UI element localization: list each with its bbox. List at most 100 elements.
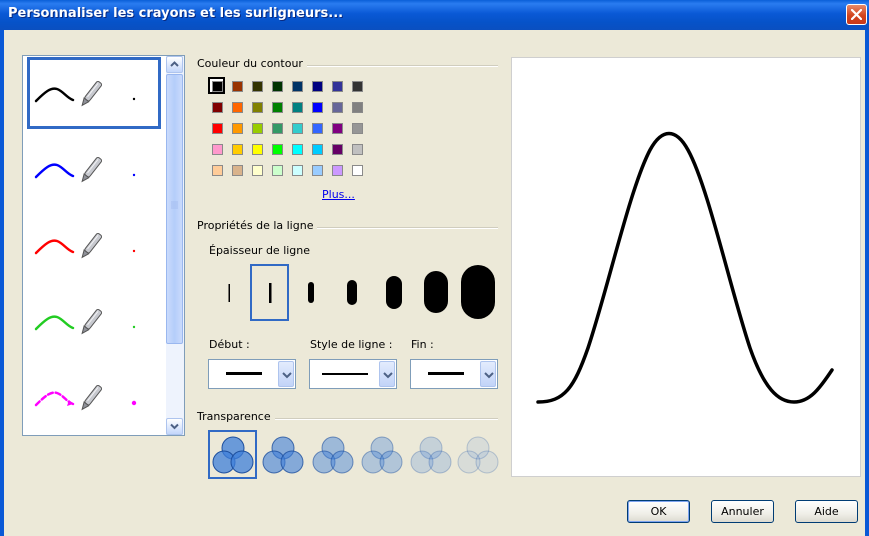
color-swatch[interactable] [252,165,263,176]
color-swatch[interactable] [352,144,363,155]
pen-list-item[interactable] [23,360,166,435]
pen-list-item[interactable] [23,208,166,283]
pen-stroke-sample [34,239,75,255]
color-swatch[interactable] [312,144,323,155]
customize-pens-dialog: Personnaliser les crayons et les surlign… [0,0,869,536]
close-button[interactable] [846,4,867,25]
color-swatch[interactable] [312,123,323,134]
pen-icon [81,308,103,335]
color-swatch[interactable] [232,102,243,113]
color-swatch[interactable] [212,144,223,155]
pen-list-scrollbar[interactable] [166,56,184,435]
scroll-up-button[interactable] [166,56,183,73]
end-cap-select[interactable] [410,359,498,389]
color-swatch[interactable] [272,81,283,92]
color-swatch[interactable] [352,102,363,113]
pen-size-dot [132,173,136,177]
color-swatch[interactable] [232,144,243,155]
color-swatch[interactable] [332,165,343,176]
scroll-thumb[interactable] [166,74,183,344]
color-swatch[interactable] [332,102,343,113]
chevron-down-icon [484,372,494,379]
color-swatch[interactable] [292,123,303,134]
thickness-option-5[interactable] [386,276,402,309]
color-swatch[interactable] [332,81,343,92]
color-swatch[interactable] [352,81,363,92]
end-cap-preview [428,372,464,375]
pen-list-item[interactable] [23,56,166,131]
pen-size-dot [132,325,136,329]
chevron-down-icon [170,423,179,430]
color-swatch[interactable] [352,165,363,176]
end-cap-dropdown-button[interactable] [480,361,496,387]
transparency-option[interactable] [360,433,404,477]
pen-preview-icon [34,384,137,411]
color-swatch[interactable] [272,144,283,155]
pen-stroke-sample [34,163,75,179]
help-button[interactable]: Aide [795,500,858,523]
pen-preview-icon [34,308,136,335]
chevron-down-icon [282,372,292,379]
color-swatch[interactable] [332,144,343,155]
title-bar[interactable]: Personnaliser les crayons et les surlign… [0,0,869,30]
color-swatch[interactable] [272,102,283,113]
preview-stroke [536,131,834,404]
color-swatch[interactable] [212,165,223,176]
transparency-label: Transparence [197,410,275,423]
color-swatch[interactable] [312,165,323,176]
pen-size-dot [132,249,136,253]
thickness-option-3[interactable] [308,282,314,303]
thickness-option-1[interactable] [228,284,231,302]
pen-list[interactable] [22,55,185,436]
color-swatch[interactable] [232,81,243,92]
pen-list-item[interactable] [23,132,166,207]
thickness-option-4[interactable] [347,280,357,305]
color-swatch[interactable] [212,123,223,134]
color-swatch[interactable] [212,81,223,92]
color-swatch[interactable] [252,123,263,134]
line-style-select[interactable] [309,359,397,389]
color-swatch[interactable] [272,123,283,134]
more-colors-link[interactable]: Plus... [322,188,355,201]
ok-button[interactable]: OK [627,500,690,523]
scroll-down-button[interactable] [166,418,183,435]
chevron-down-icon [383,372,393,379]
thickness-option-6[interactable] [424,271,448,313]
color-swatch[interactable] [252,102,263,113]
start-cap-preview [226,372,262,375]
color-swatch[interactable] [352,123,363,134]
color-swatch[interactable] [312,102,323,113]
start-cap-dropdown-button[interactable] [278,361,294,387]
transparency-option[interactable] [311,433,355,477]
color-swatch[interactable] [332,123,343,134]
color-swatch[interactable] [292,144,303,155]
transparency-option[interactable] [409,433,453,477]
color-swatch[interactable] [232,123,243,134]
color-swatch[interactable] [232,165,243,176]
close-icon [851,9,862,20]
color-swatch[interactable] [312,81,323,92]
cancel-button[interactable]: Annuler [711,500,774,523]
transparency-option[interactable] [456,433,500,477]
color-swatch[interactable] [292,165,303,176]
end-label: Fin : [411,338,434,351]
thickness-option-7[interactable] [461,265,495,319]
transparency-option[interactable] [211,433,255,477]
color-swatch[interactable] [252,144,263,155]
pen-preview-icon [34,156,136,183]
line-style-preview [322,373,368,375]
line-style-dropdown-button[interactable] [379,361,395,387]
start-label: Début : [209,338,250,351]
pen-preview-icon [34,232,136,259]
pen-stroke-sample [34,87,75,103]
color-swatch[interactable] [292,81,303,92]
color-swatch[interactable] [252,81,263,92]
color-swatch[interactable] [292,102,303,113]
pen-list-item[interactable] [23,284,166,359]
pen-stroke-sample [34,315,75,331]
color-swatch[interactable] [272,165,283,176]
color-swatch[interactable] [212,102,223,113]
transparency-option[interactable] [261,433,305,477]
thickness-option-2[interactable] [269,283,272,303]
start-cap-select[interactable] [208,359,296,389]
